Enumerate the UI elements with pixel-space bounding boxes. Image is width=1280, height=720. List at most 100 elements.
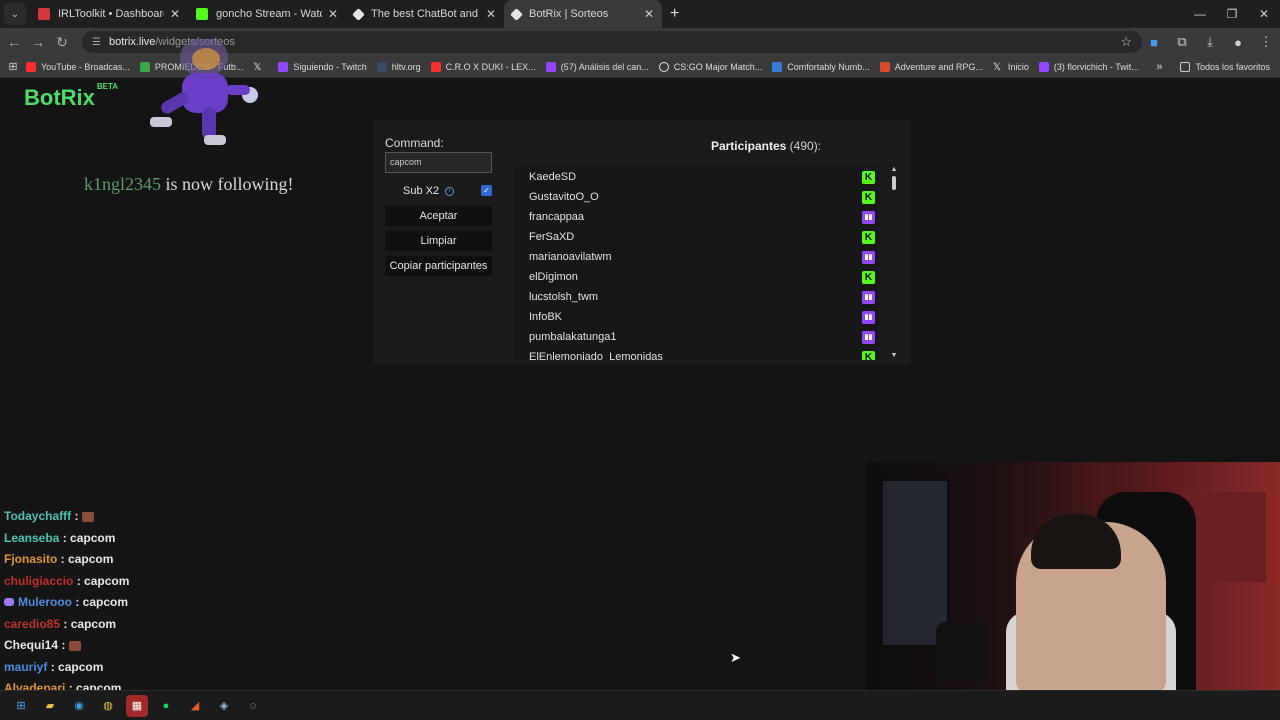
- chat-text: capcom: [84, 573, 130, 588]
- twitch-icon: ▮▮: [862, 331, 875, 344]
- sub-x2-label: Sub X2: [403, 185, 440, 197]
- reload-icon[interactable]: ↻: [50, 34, 74, 51]
- chrome-icon[interactable]: ◍: [97, 695, 119, 717]
- participant-row: pumbalakatunga1 ▮▮: [529, 327, 875, 347]
- bookmark-item[interactable]: Siguiendo - Twitch: [278, 61, 367, 72]
- participant-row: elDigimon K: [529, 267, 875, 287]
- stream-chat: Todaychafff : Leanseba : capcom Fjonasito…: [0, 508, 335, 693]
- participant-name: marianoavilatwm: [529, 251, 612, 263]
- spotify-icon[interactable]: ●: [155, 695, 177, 717]
- edge-icon[interactable]: ◉: [68, 695, 90, 717]
- file-explorer-icon[interactable]: ▰: [39, 695, 61, 717]
- tab-close-icon[interactable]: ✕: [486, 7, 496, 21]
- chat-username: Mulerooo: [18, 595, 72, 609]
- twitch-icon: [1038, 61, 1049, 72]
- irltoolkit-favicon-icon: [38, 8, 50, 20]
- sub-x2-row: Sub X2 i ✓: [385, 183, 492, 199]
- bookmark-item[interactable]: Comfortably Numb...: [772, 61, 870, 72]
- tab-kick-goncho[interactable]: goncho Stream - Watch Live on ✕: [188, 0, 346, 28]
- participant-row: francappaa ▮▮: [529, 207, 875, 227]
- scroll-up-icon[interactable]: ▲: [889, 166, 899, 174]
- bookmark-item[interactable]: YouTube - Broadcas...: [26, 61, 130, 72]
- bookmarks-right: » Todos los favoritos: [1156, 56, 1270, 78]
- more-menu-icon[interactable]: ⋮: [1252, 34, 1280, 50]
- scroll-thumb[interactable]: [892, 176, 896, 190]
- participant-row: ElEnlemoniado_Lemonidas K: [529, 347, 875, 360]
- tab-botrix-sorteos[interactable]: BotRix | Sorteos ✕: [504, 0, 662, 28]
- info-icon[interactable]: i: [445, 186, 455, 196]
- site-info-icon[interactable]: ☰: [92, 37, 101, 48]
- follow-alert-user: k1ngl2345: [84, 174, 162, 194]
- back-icon[interactable]: ←: [2, 34, 26, 50]
- bookmark-item[interactable]: hltv.org: [376, 61, 421, 72]
- bookmark-item[interactable]: 𝕏 Inicio: [992, 61, 1029, 73]
- forward-icon[interactable]: →: [26, 34, 50, 50]
- obs-icon[interactable]: ◢: [184, 695, 206, 717]
- chat-text: capcom: [68, 552, 114, 566]
- site-icon: [879, 61, 890, 72]
- bookmark-star-icon[interactable]: ☆: [1120, 34, 1132, 50]
- participants-list[interactable]: KaedeSD K GustavitoO_O Kfrancappaa ▮▮ FerSaXD…: [514, 166, 879, 360]
- chat-text: capcom: [82, 595, 129, 609]
- bookmark-item[interactable]: Adventure and RPG...: [879, 61, 983, 72]
- extensions-puzzle-icon[interactable]: ⧉: [1168, 34, 1196, 50]
- profile-avatar-icon[interactable]: ●: [1224, 35, 1252, 50]
- participants-heading: Participantes (490):: [621, 139, 911, 153]
- steam-icon[interactable]: ◈: [213, 695, 235, 717]
- new-tab-icon[interactable]: +: [670, 5, 679, 23]
- apps-grid-icon[interactable]: ⊞: [0, 60, 26, 73]
- windows-start-icon[interactable]: ⊞: [10, 695, 32, 717]
- accept-button[interactable]: Aceptar: [385, 206, 492, 226]
- tab-close-icon[interactable]: ✕: [328, 7, 338, 21]
- participant-row: lucstolsh_twm ▮▮: [529, 287, 875, 307]
- tab-chatbot-widgets[interactable]: The best ChatBot and Widgets ✕: [346, 0, 504, 28]
- chat-separator: :: [47, 659, 59, 674]
- follow-alert-text: k1ngl2345 is now following!: [84, 174, 294, 195]
- app-tray-icon[interactable]: ◌: [242, 695, 264, 717]
- kick-favicon-icon: [196, 8, 208, 20]
- chat-message: Chequi14 :: [4, 638, 81, 652]
- chat-separator: :: [58, 638, 69, 652]
- command-input[interactable]: capcom: [385, 152, 492, 173]
- more-bookmarks-icon[interactable]: »: [1156, 61, 1162, 73]
- all-bookmarks-folder[interactable]: Todos los favoritos: [1180, 62, 1270, 72]
- download-icon[interactable]: ⤓: [1196, 34, 1224, 50]
- bookmark-item[interactable]: (3) florvichich - Twit...: [1038, 61, 1139, 72]
- participant-row: KaedeSD K: [529, 167, 875, 187]
- x-icon: 𝕏: [992, 61, 1001, 73]
- tab-irltoolkit[interactable]: IRLToolkit • Dashboard ✕: [30, 0, 188, 28]
- chat-username: mauriyf: [4, 659, 48, 674]
- scroll-down-icon[interactable]: ▼: [889, 352, 899, 360]
- close-window-icon[interactable]: ✕: [1248, 0, 1280, 28]
- copy-participants-button[interactable]: Copiar participantes: [385, 256, 492, 276]
- kick-icon: K: [862, 171, 875, 184]
- tab-close-icon[interactable]: ✕: [644, 7, 654, 21]
- tab-title: The best ChatBot and Widgets: [371, 8, 480, 20]
- restore-icon[interactable]: ❐: [1216, 0, 1248, 28]
- tab-title: goncho Stream - Watch Live on: [216, 8, 322, 20]
- bookmark-item[interactable]: C.R.O X DUKI - LEX...: [430, 61, 536, 72]
- browser-tab-strip: ⌄ IRLToolkit • Dashboard ✕ goncho Stream…: [0, 0, 1280, 28]
- chat-separator: :: [73, 573, 85, 588]
- app-icon[interactable]: ▦: [126, 694, 148, 717]
- extension-icon[interactable]: ■: [1140, 35, 1168, 50]
- chat-message: mauriyf : capcom: [4, 660, 103, 674]
- chat-username: chuligiaccio: [4, 573, 74, 588]
- participant-row: GustavitoO_O K: [529, 187, 875, 207]
- folder-icon: [1180, 62, 1191, 72]
- botrix-favicon-icon: [352, 7, 365, 21]
- participant-row: marianoavilatwm ▮▮: [529, 247, 875, 267]
- tab-search-button[interactable]: ⌄: [4, 3, 26, 25]
- command-label: Command:: [385, 136, 444, 150]
- sub-x2-checkbox[interactable]: ✓: [481, 185, 492, 196]
- youtube-icon: [26, 61, 36, 72]
- clear-button[interactable]: Limpiar: [385, 231, 492, 251]
- twitch-icon: ▮▮: [862, 291, 875, 304]
- bookmark-item[interactable]: (57) Análisis del can...: [545, 61, 649, 72]
- participant-name: ElEnlemoniado_Lemonidas: [529, 351, 663, 360]
- bookmark-item[interactable]: CS:GO Major Match...: [658, 61, 762, 72]
- participant-name: GustavitoO_O: [529, 191, 599, 203]
- participants-scrollbar[interactable]: ▲ ▼: [889, 166, 899, 360]
- tab-close-icon[interactable]: ✕: [170, 7, 180, 21]
- minimize-icon[interactable]: —: [1184, 0, 1216, 28]
